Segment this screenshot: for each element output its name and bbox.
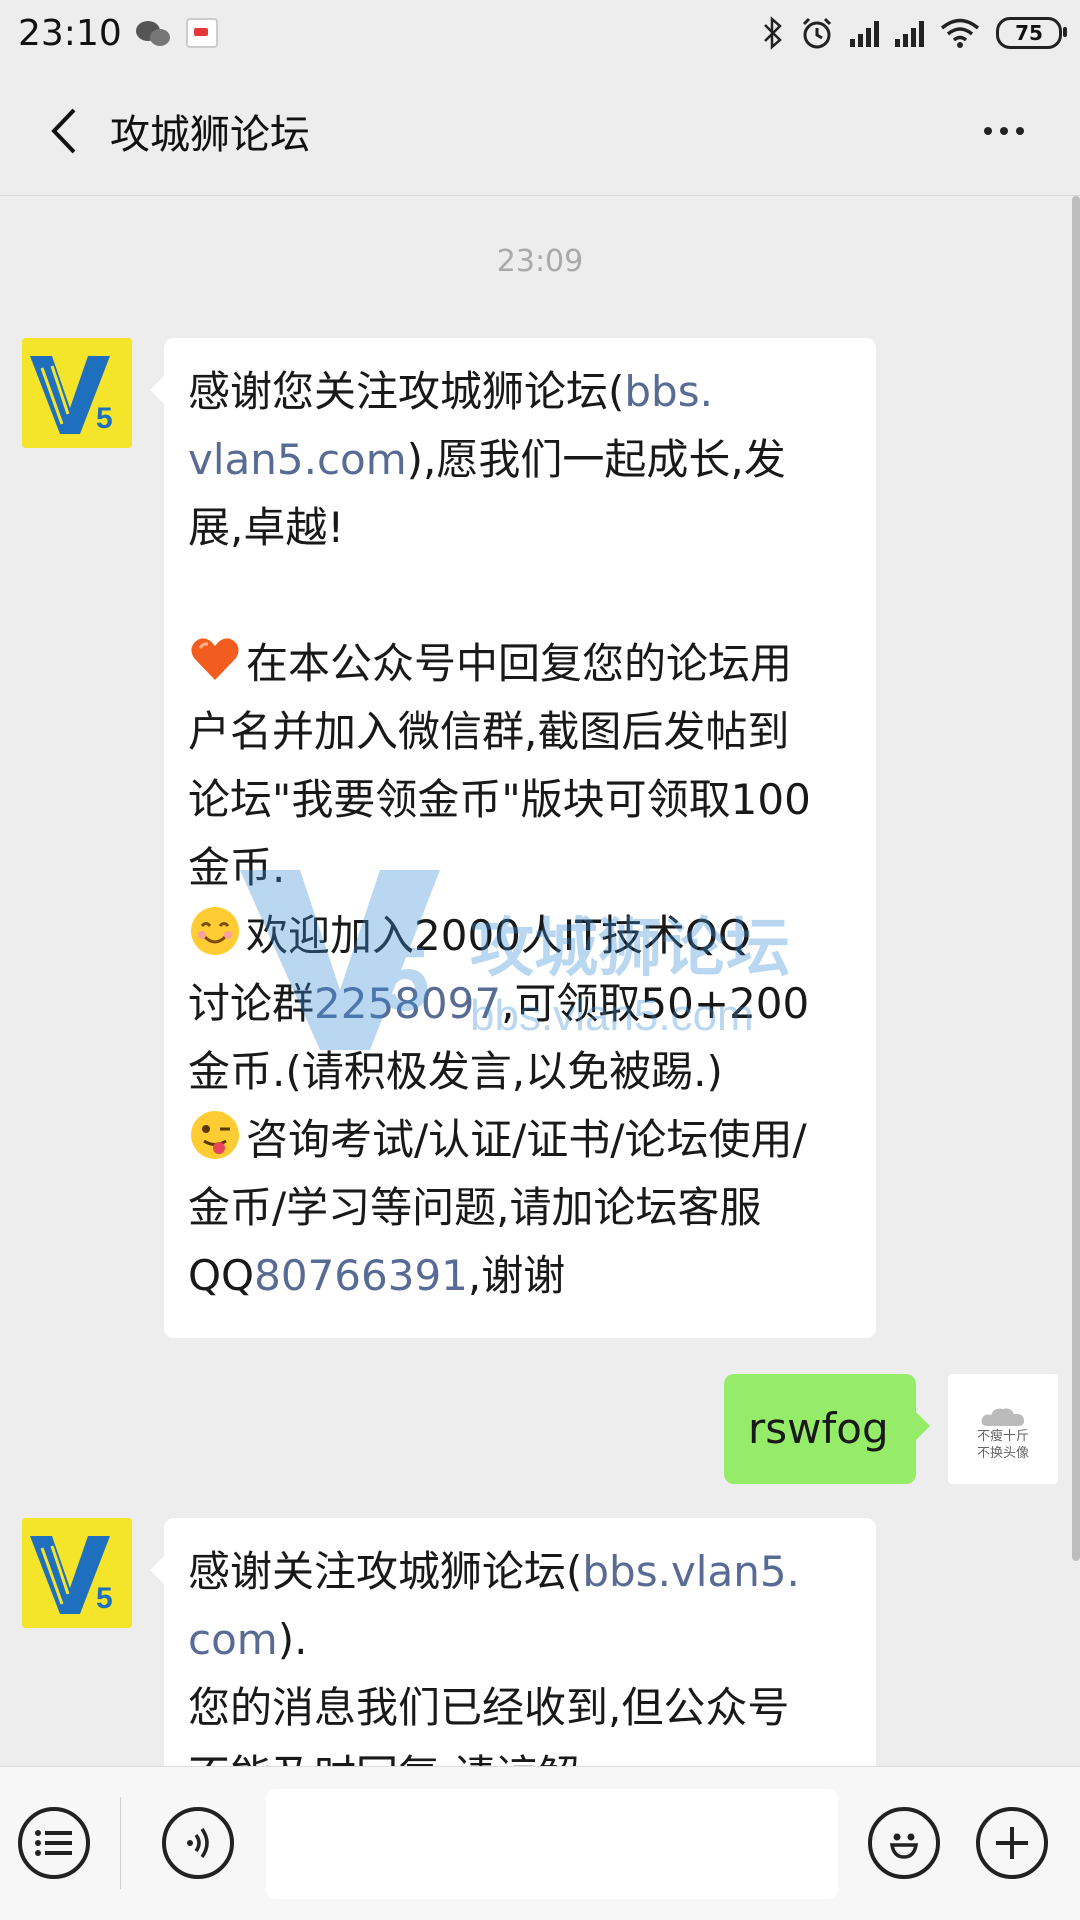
official-account-avatar[interactable]: 5 bbox=[22, 338, 132, 448]
message-line: 论坛"我要领金币"版块可领取100 bbox=[188, 775, 811, 824]
v5-logo-icon: 5 bbox=[22, 338, 132, 448]
status-left: 23:10 bbox=[18, 13, 218, 54]
chevron-left-icon bbox=[51, 108, 76, 153]
v5-logo-icon: 5 bbox=[22, 1518, 132, 1628]
message-line: 展,卓越! bbox=[188, 503, 345, 552]
message-text: 在本公众号中回复您的论坛用 bbox=[246, 639, 793, 688]
emoji-button[interactable] bbox=[868, 1807, 940, 1879]
more-dot-icon bbox=[984, 127, 992, 135]
message-link[interactable]: com bbox=[188, 1615, 278, 1664]
more-options-button[interactable] bbox=[972, 106, 1036, 156]
message-line: 欢迎加入2000人IT技术QQ bbox=[188, 902, 852, 970]
message-line: 金币/学习等问题,请加论坛客服 bbox=[188, 1183, 762, 1232]
message-line: 咨询考试/认证/证书/论坛使用/ bbox=[188, 1106, 852, 1174]
chat-scrollbar[interactable] bbox=[1072, 196, 1080, 1561]
emoji-face-icon bbox=[889, 1833, 919, 1859]
toolbar-divider bbox=[120, 1797, 121, 1889]
official-account-avatar[interactable]: 5 bbox=[22, 1518, 132, 1628]
message-text: 感谢关注攻城狮论坛( bbox=[188, 1547, 583, 1596]
avatar-caption: 不瘦十斤 bbox=[976, 1429, 1029, 1444]
sent-message-bubble[interactable]: rswfog bbox=[724, 1374, 930, 1484]
message-text: 欢迎加入2000人IT技术QQ bbox=[246, 911, 752, 960]
alarm-icon bbox=[802, 17, 832, 49]
battery-indicator: 75 bbox=[996, 17, 1067, 49]
message-link[interactable]: 2258097 bbox=[314, 979, 501, 1028]
avatar-caption: 不换头像 bbox=[976, 1446, 1029, 1461]
message-line: QQ80766391,谢谢 bbox=[188, 1242, 852, 1310]
plus-icon bbox=[996, 1827, 1028, 1859]
message-link[interactable]: bbs.vlan5. bbox=[582, 1547, 800, 1596]
message-text: QQ bbox=[188, 1251, 255, 1300]
received-message-bubble[interactable]: 感谢您关注攻城狮论坛(bbs. vlan5.com),愿我们一起成长,发 展,卓… bbox=[150, 338, 876, 1338]
message-timestamp: 23:09 bbox=[496, 244, 584, 279]
message-text: ). bbox=[277, 1615, 308, 1664]
message-line: 讨论群2258097,可领取50+200 bbox=[188, 970, 852, 1038]
status-time: 23:10 bbox=[18, 12, 122, 54]
message-line: 您的消息我们已经收到,但公众号 bbox=[188, 1683, 790, 1732]
message-line: 在本公众号中回复您的论坛用 bbox=[188, 630, 852, 698]
bluetooth-icon bbox=[764, 16, 782, 50]
message-text: rswfog bbox=[748, 1404, 889, 1453]
message-link[interactable]: 80766391 bbox=[254, 1251, 468, 1300]
message-line: 感谢您关注攻城狮论坛(bbs. bbox=[188, 358, 852, 426]
input-toolbar bbox=[0, 1766, 1080, 1920]
message-text: ,谢谢 bbox=[467, 1251, 566, 1300]
wink-tongue-icon bbox=[191, 1111, 239, 1159]
wifi-icon bbox=[940, 18, 980, 48]
signal-icon-2 bbox=[895, 19, 924, 47]
signal-icon-1 bbox=[850, 19, 879, 47]
message-text: 咨询考试/认证/证书/论坛使用/ bbox=[246, 1115, 807, 1164]
voice-input-button[interactable] bbox=[162, 1807, 234, 1879]
menu-toggle-button[interactable] bbox=[18, 1807, 90, 1879]
message-link[interactable]: bbs. bbox=[624, 367, 713, 416]
cloud-icon bbox=[981, 1408, 1024, 1426]
svg-text:5: 5 bbox=[96, 402, 113, 435]
back-button[interactable] bbox=[28, 95, 100, 167]
chat-area[interactable]: 23:09 5 感谢您关注攻城狮论坛(bbs. vlan5.com),愿我们一起… bbox=[0, 196, 1080, 1766]
message-link[interactable]: vlan5.com bbox=[188, 435, 407, 484]
heart-icon bbox=[191, 638, 239, 680]
svg-text:5: 5 bbox=[96, 1582, 113, 1615]
message-text: ,可领取50+200 bbox=[501, 979, 810, 1028]
message-line: 不能及时回复,请谅解. bbox=[188, 1742, 852, 1766]
message-line: 金币.(请积极发言,以免被踢.) bbox=[188, 1047, 723, 1096]
message-line: 感谢关注攻城狮论坛(bbs.vlan5. bbox=[188, 1538, 852, 1606]
user-avatar[interactable]: 不瘦十斤 不换头像 bbox=[948, 1374, 1058, 1484]
message-text: 感谢您关注攻城狮论坛( bbox=[188, 367, 625, 416]
chat-header: 攻城狮论坛 bbox=[0, 66, 1080, 196]
message-text: 讨论群 bbox=[188, 979, 315, 1028]
message-line: vlan5.com),愿我们一起成长,发 bbox=[188, 426, 852, 494]
message-input[interactable] bbox=[266, 1789, 838, 1899]
more-dot-icon bbox=[1016, 127, 1024, 135]
more-dot-icon bbox=[1000, 127, 1008, 135]
status-right: 75 bbox=[762, 16, 1067, 50]
voice-icon bbox=[187, 1827, 209, 1859]
status-bar: 23:10 75 bbox=[0, 0, 1080, 66]
wechat-notification-icon bbox=[135, 19, 172, 47]
message-line: 户名并加入微信群,截图后发帖到 bbox=[188, 707, 790, 756]
menu-list-icon bbox=[35, 1830, 72, 1856]
chat-title: 攻城狮论坛 bbox=[110, 111, 310, 158]
message-text: ),愿我们一起成长,发 bbox=[406, 435, 786, 484]
message-line: 金币. bbox=[188, 843, 286, 892]
message-line: com). bbox=[188, 1606, 852, 1674]
received-message-bubble[interactable]: 感谢关注攻城狮论坛(bbs.vlan5. com). 您的消息我们已经收到,但公… bbox=[150, 1518, 876, 1766]
app-notification-icon bbox=[185, 18, 218, 48]
more-actions-button[interactable] bbox=[976, 1807, 1048, 1879]
smile-icon bbox=[191, 907, 239, 955]
